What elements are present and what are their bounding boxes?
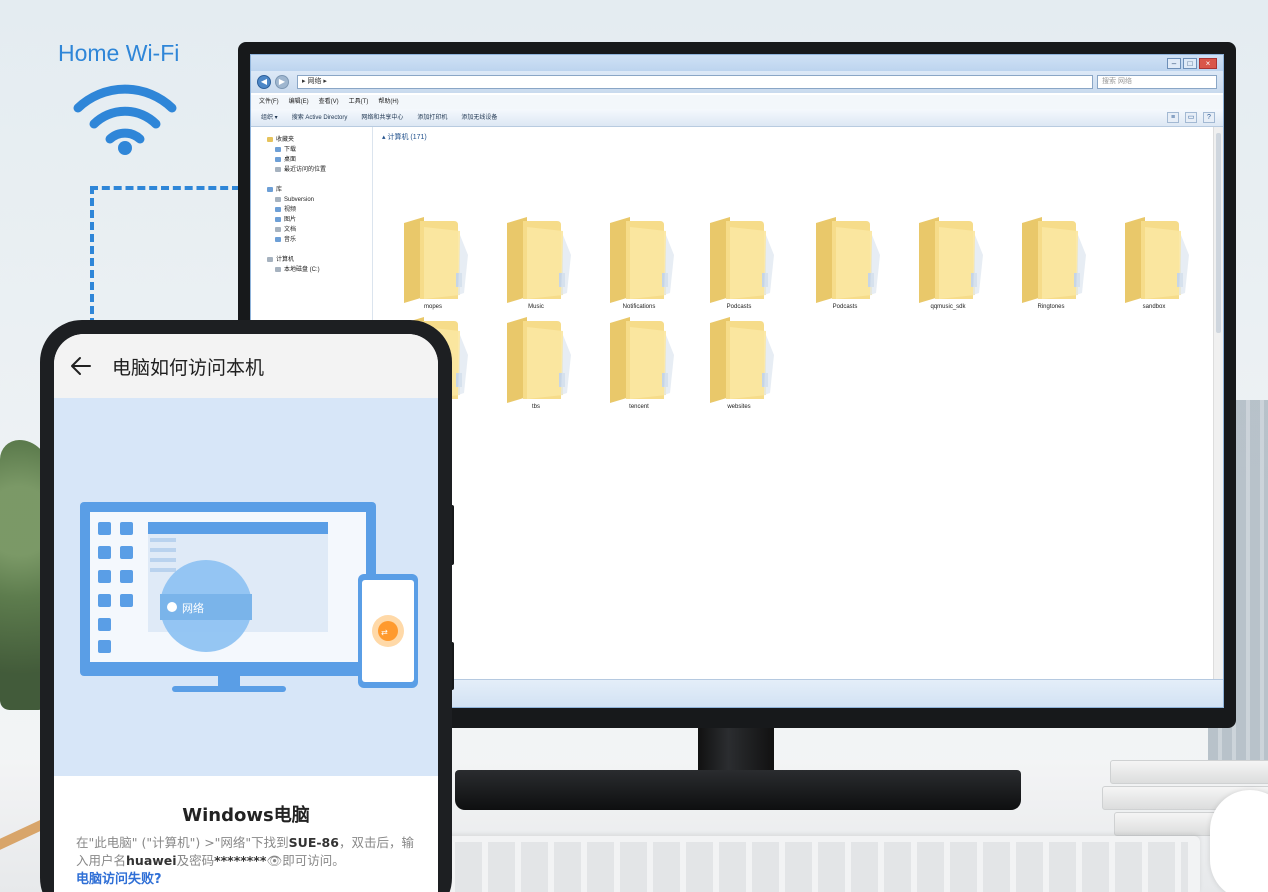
folder-item[interactable]: Podcasts [800,215,890,315]
search-ad-button[interactable]: 搜索 Active Directory [292,109,348,126]
preview-pane-icon[interactable]: ▭ [1185,112,1197,123]
address-bar[interactable]: ▸ 网络 ▸ [297,75,1093,89]
add-wireless-button[interactable]: 添加无线设备 [461,109,497,126]
folder-item[interactable]: Notifications [594,215,684,315]
minimize-button[interactable]: – [1167,58,1181,69]
recent-icon [275,166,281,172]
folder-item[interactable]: Ringtones [1006,215,1096,315]
search-input[interactable]: 搜索 网络 [1097,75,1217,89]
menu-help[interactable]: 帮助(H) [378,95,398,109]
folder-item[interactable]: sandbox [1109,215,1199,315]
network-center-button[interactable]: 网络和共享中心 [361,109,403,126]
nav-computer[interactable]: 计算机 [263,255,372,265]
illustration: 网络 ⇄ [54,398,438,776]
folder-label: Notifications [622,304,656,310]
music-icon [275,236,281,242]
folder-label: Podcasts [726,304,752,310]
folder-item[interactable]: Podcasts [694,215,784,315]
folder-label: tencent [629,404,649,410]
address-row: ◀ ▶ ▸ 网络 ▸ 搜索 网络 [251,71,1223,93]
monitor-base [455,770,1021,810]
scrollbar[interactable] [1213,127,1223,679]
menu-view[interactable]: 查看(V) [319,95,339,109]
nav-item[interactable]: 视频 [263,205,372,215]
back-arrow-icon[interactable] [70,355,92,377]
network-label: 网络 [182,601,204,615]
nav-item[interactable]: 下载 [263,145,372,155]
star-icon [267,136,273,142]
nav-item[interactable]: 文档 [263,225,372,235]
document-icon [275,226,281,232]
folder-item[interactable]: tencent [594,315,684,415]
help-icon[interactable]: ? [1203,112,1215,123]
picture-icon [275,216,281,222]
menu-edit[interactable]: 编辑(E) [289,95,309,109]
view-options-icon[interactable]: ≡ [1167,112,1179,123]
folder-item[interactable]: qqmusic_sdk [903,215,993,315]
folder-label: sandbox [1142,304,1166,310]
nav-item[interactable]: 音乐 [263,235,372,245]
wifi-label: Home Wi-Fi [58,40,180,66]
organize-button[interactable]: 组织 ▾ [261,109,278,126]
connection-line [90,186,94,326]
eye-icon[interactable]: 👁 [266,853,282,868]
wifi-icon [73,84,177,155]
menu-bar: 文件(F) 编辑(E) 查看(V) 工具(T) 帮助(H) [251,95,1223,109]
add-printer-button[interactable]: 添加打印机 [417,109,447,126]
close-button[interactable]: × [1199,58,1217,69]
folder-label: websites [727,404,751,410]
access-failed-link[interactable]: 电脑访问失败? [76,868,162,887]
scroll-thumb[interactable] [1216,133,1221,333]
phone-screen: 电脑如何访问本机 网络 ⇄ Windows电脑 在"此电脑" ("计算机") >… [54,334,438,892]
drive-icon [275,266,281,272]
menu-tools[interactable]: 工具(T) [349,95,369,109]
folder-label: Podcasts [832,304,858,310]
command-bar: 组织 ▾ 搜索 Active Directory 网络和共享中心 添加打印机 添… [251,109,1223,127]
folder-icon [275,196,281,202]
folder-item[interactable]: mopes [388,215,478,315]
nav-favorites[interactable]: 收藏夹 [263,135,372,145]
page-title: 电脑如何访问本机 [112,356,265,379]
library-icon [267,186,273,192]
svg-text:⇄: ⇄ [381,628,388,637]
group-header[interactable]: ▴ 计算机 (171) [382,132,427,142]
back-button[interactable]: ◀ [257,75,271,89]
video-icon [275,206,281,212]
nav-item[interactable]: 图片 [263,215,372,225]
folder-label: qqmusic_sdk [930,304,966,310]
folder-label: tbs [531,404,540,410]
coffee-cup [1210,790,1268,892]
folder-label: Ringtones [1037,304,1065,310]
forward-button[interactable]: ▶ [275,75,289,89]
connection-line [90,186,240,190]
desktop-icon [275,156,281,162]
computer-icon [267,256,273,262]
folder-item[interactable]: Music [491,215,581,315]
maximize-button[interactable]: □ [1183,58,1197,69]
book [1110,760,1268,784]
instruction-text: 在"此电脑" ("计算机") >"网络"下找到SUE-86，双击后，输入用户名h… [76,835,414,868]
folder-label: mopes [423,304,442,310]
nav-item[interactable]: Subversion [263,195,372,205]
nav-item[interactable]: 桌面 [263,155,372,165]
nav-item[interactable]: 本地磁盘 (C:) [263,265,372,275]
folder-item[interactable]: websites [694,315,784,415]
nav-item[interactable]: 最近访问的位置 [263,165,372,175]
folder-item[interactable]: tbs [491,315,581,415]
app-header: 电脑如何访问本机 [54,334,438,398]
menu-file[interactable]: 文件(F) [259,95,279,109]
card-title: Windows电脑 [182,805,310,826]
keyboard [440,836,1200,892]
file-list: ▴ 计算机 (171) mopes Music Notifications Podca… [374,127,1213,679]
computer-illustration: 网络 ⇄ [80,502,418,692]
download-icon [275,146,281,152]
folder-label: Music [528,304,544,310]
phone: 电脑如何访问本机 网络 ⇄ Windows电脑 在"此电脑" ("计算机") >… [40,320,452,892]
nav-libraries[interactable]: 库 [263,185,372,195]
